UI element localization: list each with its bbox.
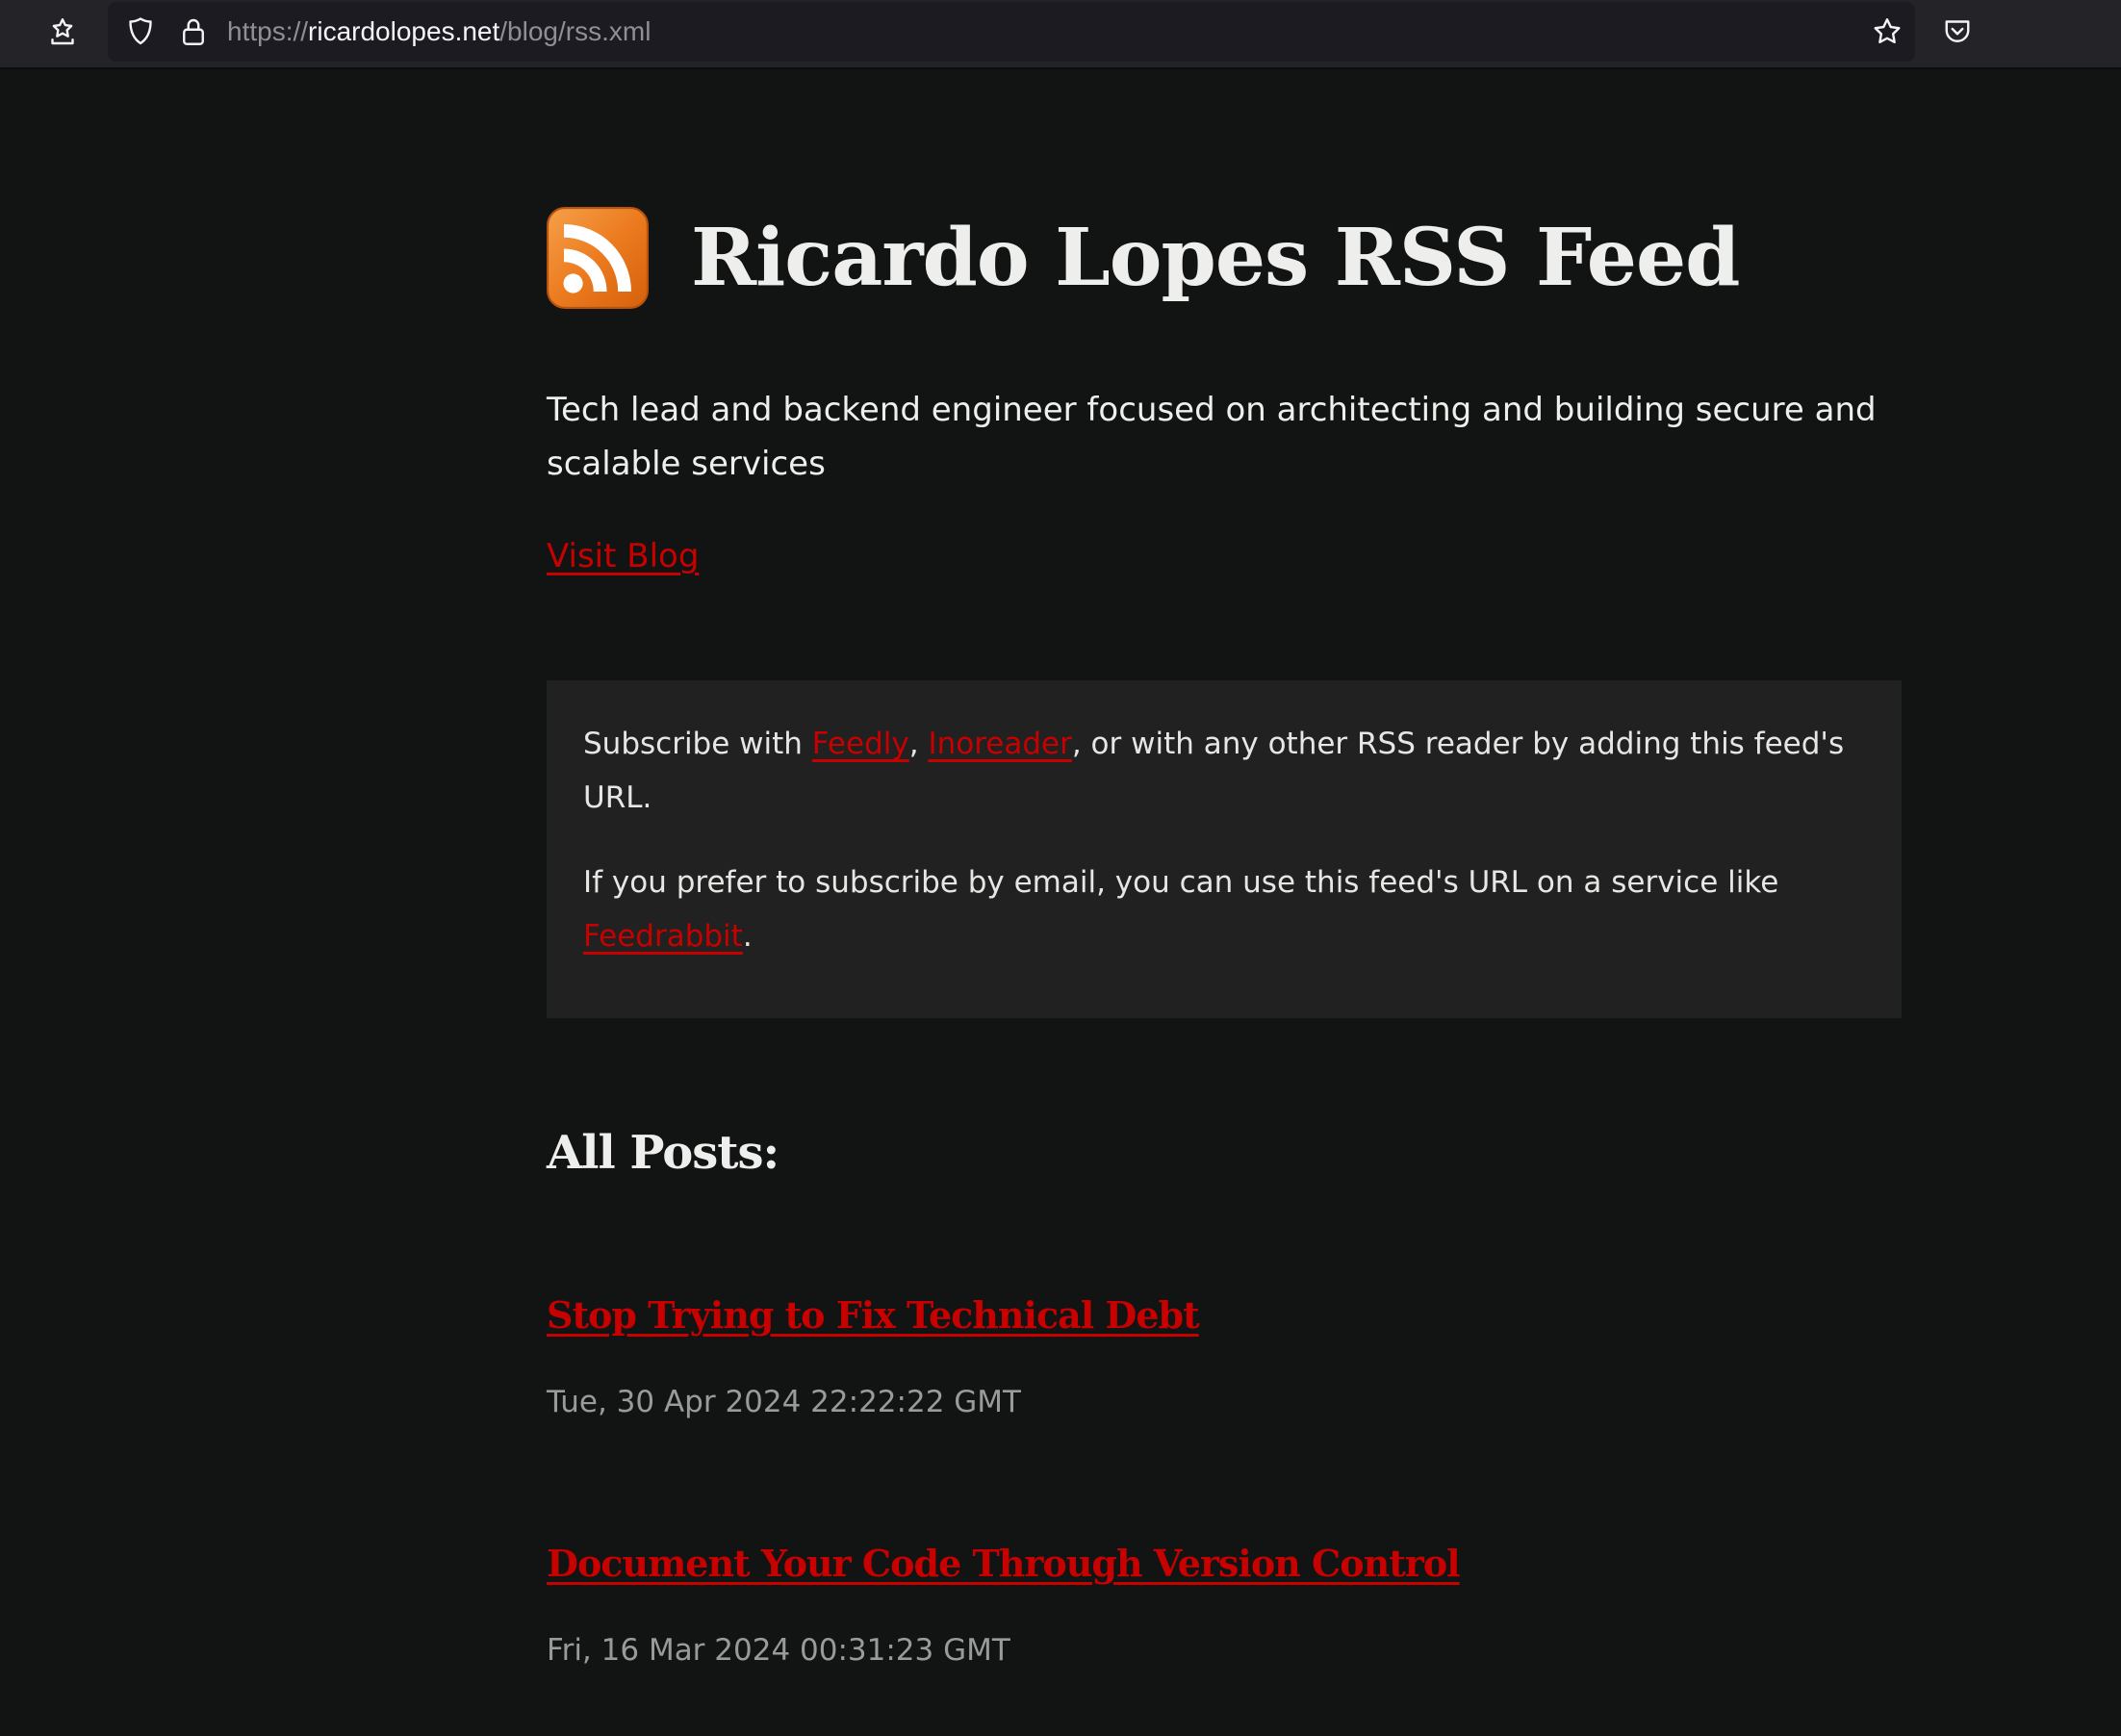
browser-toolbar: https://ricardolopes.net/blog/rss.xml	[0, 0, 2121, 69]
text-fragment: Subscribe with	[583, 727, 812, 761]
post-item: Stop Trying to Fix Technical Debt Tue, 3…	[547, 1287, 1200, 1421]
inoreader-link[interactable]: Inoreader	[928, 727, 1071, 761]
post-date: Tue, 30 Apr 2024 22:22:22 GMT	[547, 1385, 1021, 1419]
post-date: Fri, 16 Mar 2024 00:31:23 GMT	[547, 1633, 1010, 1668]
feedly-link[interactable]: Feedly	[812, 727, 909, 761]
text-fragment: If you prefer to subscribe by email, you…	[583, 865, 1779, 900]
post-item: Document Your Code Through Version Contr…	[547, 1535, 1461, 1670]
lock-icon[interactable]	[172, 11, 215, 53]
rss-feed-icon	[547, 207, 649, 309]
page-title: Ricardo Lopes RSS Feed	[691, 212, 1740, 304]
text-fragment: ,	[908, 727, 929, 761]
visit-blog-link[interactable]: Visit Blog	[547, 529, 699, 583]
post-title-link[interactable]: Stop Trying to Fix Technical Debt	[547, 1287, 1200, 1344]
pocket-icon[interactable]	[1936, 11, 1979, 53]
feed-header: Ricardo Lopes RSS Feed	[547, 207, 1740, 309]
url-path: /blog/rss.xml	[499, 16, 652, 46]
url-text[interactable]: https://ricardolopes.net/blog/rss.xml	[227, 15, 651, 48]
text-fragment: .	[742, 919, 753, 954]
url-scheme: https://	[227, 16, 309, 46]
all-posts-heading: All Posts:	[547, 1126, 779, 1180]
tracking-protection-shield-icon[interactable]	[119, 11, 162, 53]
feed-description: Tech lead and backend engineer focused o…	[547, 391, 1877, 483]
subscribe-readers-text: Subscribe with Feedly, Inoreader, or wit…	[583, 717, 1865, 825]
bookmark-star-icon[interactable]	[1866, 11, 1908, 53]
url-host: ricardolopes.net	[308, 16, 500, 46]
url-bar[interactable]: https://ricardolopes.net/blog/rss.xml	[108, 2, 1915, 62]
post-title-link[interactable]: Document Your Code Through Version Contr…	[547, 1535, 1461, 1593]
subscribe-box: Subscribe with Feedly, Inoreader, or wit…	[547, 680, 1902, 1018]
subscribe-email-text: If you prefer to subscribe by email, you…	[583, 855, 1865, 963]
bookmarks-sidebar-icon[interactable]	[41, 11, 84, 53]
feedrabbit-link[interactable]: Feedrabbit	[583, 919, 743, 954]
